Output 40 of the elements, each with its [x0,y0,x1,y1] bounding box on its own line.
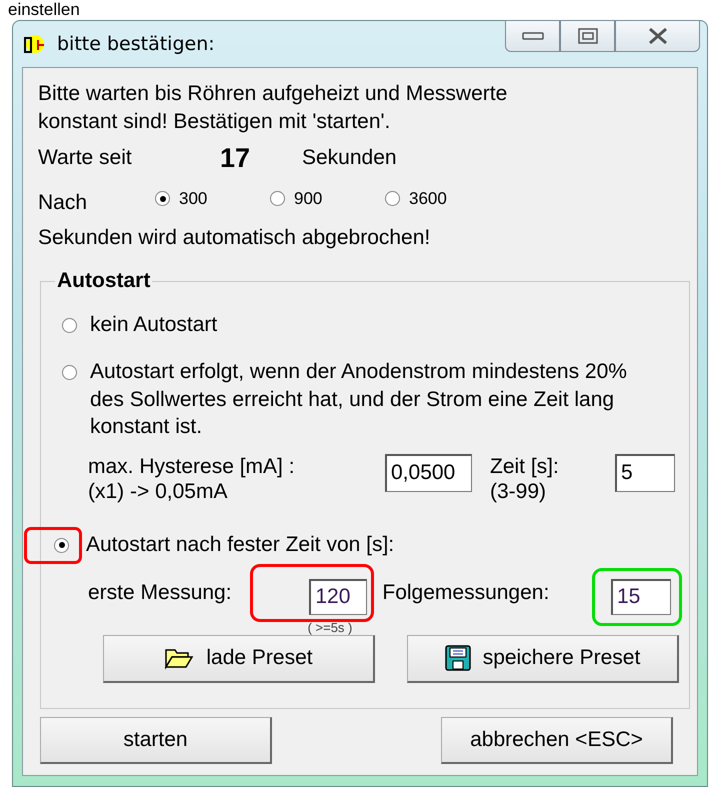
hysteresis-field[interactable]: 0,0500 [385,454,472,492]
minimize-icon [522,31,544,41]
cancel-button[interactable]: abbrechen <ESC> [441,717,673,764]
window-title: bitte bestätigen: [57,33,215,55]
hysteresis-label: max. Hysterese [mA] : (x1) -> 0,05mA [88,454,296,504]
close-icon [648,27,668,45]
time-field[interactable]: 5 [615,454,675,492]
first-measurement-field[interactable]: 120 [309,578,368,614]
close-button[interactable] [615,20,700,52]
timeout-label: Nach [38,190,88,214]
radio-button[interactable] [270,191,285,206]
save-preset-button[interactable]: speichere Preset [407,634,679,682]
start-button[interactable]: starten [40,717,272,764]
instruction-text: Bitte warten bis Röhren aufgeheizt und Messwerte konstant sind! Bestätigen mit 'starten'. [38,81,508,135]
seconds-counter: 17 [220,142,252,174]
minimum-hint: ( >=5s ) [308,620,352,634]
radio-label: 3600 [409,188,447,208]
radio-button[interactable] [54,538,69,552]
load-preset-button[interactable]: lade Preset [103,634,375,682]
next-measurements-field[interactable]: 15 [611,578,671,614]
next-measurements-label: Folgemessungen: [382,580,550,604]
app-icon [23,33,45,55]
minimize-button[interactable] [505,20,560,52]
radio-button[interactable] [155,191,170,206]
radio-label: 300 [179,188,208,208]
first-measurement-label: erste Messung: [88,580,233,604]
unit-label: Sekunden [302,146,397,170]
option-label: Autostart erfolgt, wenn der Anodenstrom mindestens 20% des Sollwertes erreicht hat, und der Strom eine Zeit lang konstant ist. [90,359,627,440]
radio-button[interactable] [385,191,400,206]
time-label: Zeit [s]: (3-99) [490,454,560,504]
maximize-icon [578,28,598,44]
radio-label: 900 [294,188,322,208]
radio-button[interactable] [62,318,77,333]
timeout-note: Sekunden wird automatisch abgebrochen! [38,225,432,251]
maximize-button[interactable] [560,20,615,52]
option-label: Autostart nach fester Zeit von [s]: [86,532,394,558]
option-label: kein Autostart [90,312,218,338]
wait-label: Warte seit [38,146,133,170]
page-heading: einstellen [8,0,80,20]
radio-button[interactable] [62,365,77,380]
